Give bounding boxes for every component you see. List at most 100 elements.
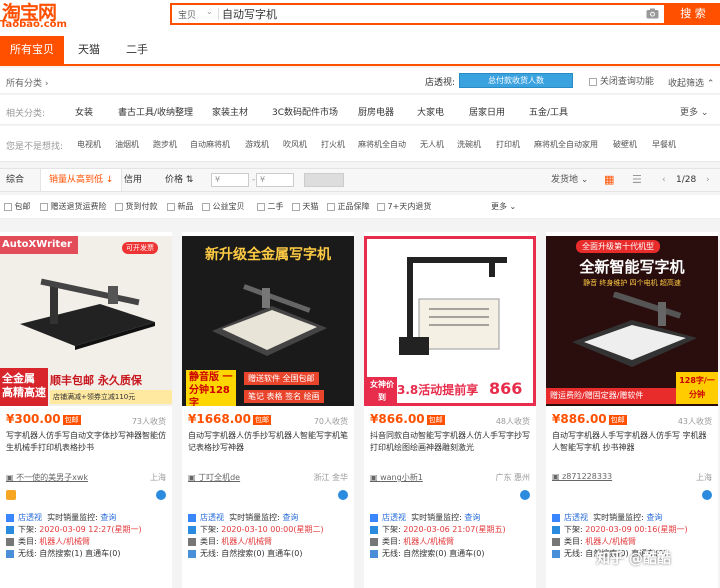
- sort-price[interactable]: 价格 ⇅: [165, 169, 193, 191]
- filter-check[interactable]: 包邮: [4, 201, 31, 212]
- suggest-item[interactable]: 打火机: [321, 139, 345, 150]
- checkbox-icon[interactable]: [377, 202, 385, 211]
- product-card[interactable]: 新升级全金属写字机 静音版 一分钟128字 赠送软件 全国包邮 笔记 表格 签名…: [182, 232, 354, 588]
- filter-check[interactable]: 二手: [257, 201, 284, 212]
- product-image[interactable]: 全面升级第十代机型 全新智能写字机 静音 终身维护 四个电机 超高速 赠运费险/…: [546, 236, 718, 406]
- checkbox-icon[interactable]: [40, 202, 48, 211]
- checkbox-icon[interactable]: [327, 202, 335, 211]
- product-title[interactable]: 自动写字机器人手写字机器人仿手写 字机器人智能写字机 抄书神器: [552, 430, 712, 466]
- checkbox-icon[interactable]: [589, 77, 597, 86]
- shop-name[interactable]: ▣ 不一使的美男子xwk: [6, 472, 88, 483]
- price-to-input[interactable]: ¥: [256, 173, 294, 187]
- suggest-item[interactable]: 早餐机: [652, 139, 676, 150]
- filter-check[interactable]: 天猫: [292, 201, 319, 212]
- filter-check[interactable]: 正品保障: [327, 201, 370, 212]
- prev-page-icon[interactable]: ‹: [662, 169, 666, 191]
- suggest-item[interactable]: 打印机: [496, 139, 520, 150]
- grid-view-icon[interactable]: ▦: [604, 169, 614, 191]
- checkbox-icon[interactable]: [292, 202, 300, 211]
- product-card[interactable]: 全面升级第十代机型 全新智能写字机 静音 终身维护 四个电机 超高速 赠运费险/…: [546, 232, 718, 588]
- price-range-histogram[interactable]: [304, 173, 344, 187]
- suggest-item[interactable]: 电视机: [77, 139, 101, 150]
- checkbox-icon[interactable]: [202, 202, 210, 211]
- product-image[interactable]: 新升级全金属写字机 静音版 一分钟128字 赠送软件 全国包邮 笔记 表格 签名…: [182, 236, 354, 406]
- shop-name[interactable]: ▣ wang小新1: [370, 472, 423, 483]
- suggest-item[interactable]: 麻将机全自动: [358, 139, 406, 150]
- filter-check[interactable]: 货到付款: [115, 201, 158, 212]
- related-item[interactable]: 書古工具/收纳整理: [118, 105, 193, 118]
- chevron-down-icon[interactable]: ⌄: [206, 7, 213, 16]
- sort-credit[interactable]: 信用: [124, 169, 142, 191]
- checkbox-icon[interactable]: [257, 202, 265, 211]
- wangwang-icon[interactable]: [702, 490, 712, 500]
- related-item[interactable]: 大家电: [417, 105, 444, 118]
- suggest-item[interactable]: 麻将机全自动家用: [534, 139, 598, 150]
- related-item[interactable]: 3C数码配件市场: [272, 105, 338, 118]
- list-view-icon[interactable]: ☰: [632, 169, 642, 191]
- filter-check[interactable]: 新品: [167, 201, 194, 212]
- all-categories[interactable]: 所有分类 ›: [6, 76, 48, 89]
- related-item[interactable]: 女装: [75, 105, 93, 118]
- related-item[interactable]: 五金/工具: [529, 105, 568, 118]
- taobao-logo[interactable]: 淘宝网 Taobao.com: [0, 0, 67, 34]
- more-button[interactable]: 更多 ⌄: [680, 105, 708, 118]
- price-from-input[interactable]: ¥: [211, 173, 249, 187]
- suggest-item[interactable]: 跑步机: [153, 139, 177, 150]
- wangwang-icon[interactable]: [520, 490, 530, 500]
- search-button[interactable]: 搜 索: [666, 3, 720, 25]
- close-query-toggle[interactable]: 关闭查询功能: [589, 74, 654, 87]
- shop-view-link[interactable]: 店透视: [564, 513, 588, 522]
- product-title[interactable]: 写字机器人仿手写自动文字体抄写神器智能仿生机械手打印机表格抄书: [6, 430, 166, 466]
- filter-check[interactable]: 7+天内退货: [377, 201, 431, 212]
- product-card[interactable]: AutoXWriter 可开发票 全金属 高精高速 顺丰包邮 永久质保 店铺满减…: [0, 232, 172, 588]
- tab-secondhand[interactable]: 二手: [118, 36, 156, 64]
- product-card[interactable]: 女神价到 3.8活动提前享 866 ¥866.00 包邮 48人收货 抖音同款自动…: [364, 232, 536, 588]
- price-dash: -: [252, 175, 256, 185]
- query-link[interactable]: 查询: [282, 513, 298, 522]
- product-image[interactable]: 女神价到 3.8活动提前享 866: [364, 236, 536, 406]
- suggest-item[interactable]: 破壁机: [613, 139, 637, 150]
- suggest-item[interactable]: 油烟机: [115, 139, 139, 150]
- filter-check[interactable]: 公益宝贝: [202, 201, 245, 212]
- product-title[interactable]: 自动写字机器人仿手抄写机器人智能写字机笔记表格抄写神器: [188, 430, 348, 466]
- suggest-item[interactable]: 洗碗机: [457, 139, 481, 150]
- image-sub: 赠送软件 全国包邮: [244, 372, 319, 385]
- shop-view-button[interactable]: 总付款收货人数: [459, 73, 573, 88]
- suggest-item[interactable]: 无人机: [420, 139, 444, 150]
- query-link[interactable]: 查询: [100, 513, 116, 522]
- sort-sales[interactable]: 销量从高到低 ↓: [40, 169, 123, 191]
- checkbox-icon[interactable]: [115, 202, 123, 211]
- wangwang-icon[interactable]: [338, 490, 348, 500]
- shop-view-link[interactable]: 店透视: [382, 513, 406, 522]
- suggest-item[interactable]: 自动麻将机: [190, 139, 230, 150]
- related-item[interactable]: 厨房电器: [358, 105, 394, 118]
- filter-more-button[interactable]: 更多 ⌄: [491, 201, 516, 212]
- shop-name[interactable]: ▣ z871228333: [552, 472, 612, 481]
- wangwang-icon[interactable]: [156, 490, 166, 500]
- camera-icon[interactable]: [646, 8, 659, 19]
- checkbox-icon[interactable]: [4, 202, 12, 211]
- shop-view-link[interactable]: 店透视: [18, 513, 42, 522]
- next-page-icon[interactable]: ›: [706, 169, 710, 191]
- tab-all[interactable]: 所有宝贝: [0, 36, 64, 64]
- tab-tmall[interactable]: 天猫: [70, 36, 108, 64]
- search-input[interactable]: [222, 5, 642, 23]
- suggest-item[interactable]: 游戏机: [245, 139, 269, 150]
- shop-view-link[interactable]: 店透视: [200, 513, 224, 522]
- shop-name[interactable]: ▣ 丁叮全机de: [188, 472, 240, 483]
- suggest-item[interactable]: 吹风机: [283, 139, 307, 150]
- query-link[interactable]: 查询: [464, 513, 480, 522]
- sort-default[interactable]: 综合: [6, 169, 24, 191]
- collapse-filter-button[interactable]: 收起筛选 ⌃: [668, 76, 714, 89]
- product-image[interactable]: AutoXWriter 可开发票 全金属 高精高速 顺丰包邮 永久质保 店铺满减…: [0, 236, 172, 406]
- search-category[interactable]: 宝贝: [178, 8, 196, 21]
- product-title[interactable]: 抖音同款自动智能写字机器人仿人手写字抄写打印机绘图绘画神器雕刻激光: [370, 430, 530, 466]
- query-link[interactable]: 查询: [646, 513, 662, 522]
- checkbox-icon[interactable]: [167, 202, 175, 211]
- related-item[interactable]: 居家日用: [469, 105, 505, 118]
- category-label: 类目:: [382, 537, 401, 546]
- related-item[interactable]: 家装主材: [212, 105, 248, 118]
- ship-from-select[interactable]: 发货地 ⌄: [551, 169, 588, 191]
- wireless-label: 无线:: [564, 549, 583, 558]
- filter-check[interactable]: 赠送退货运费险: [40, 201, 107, 212]
